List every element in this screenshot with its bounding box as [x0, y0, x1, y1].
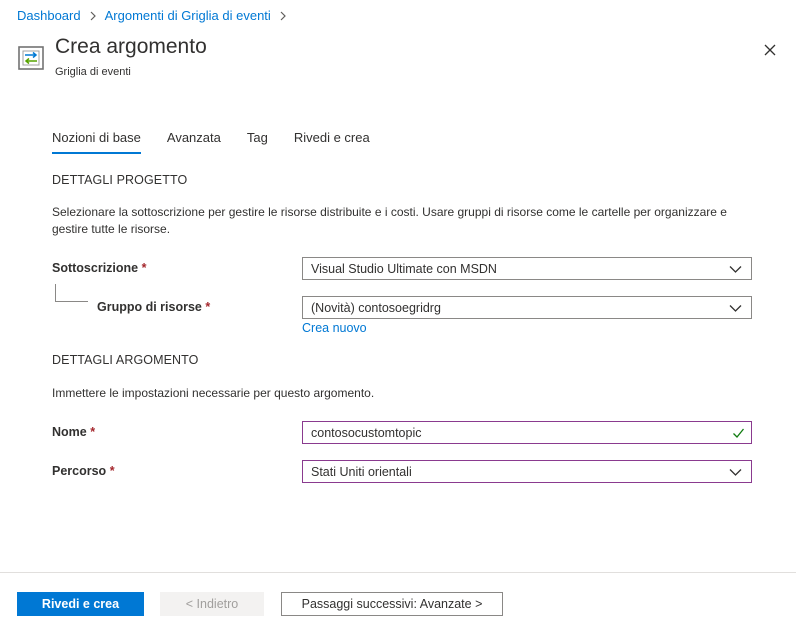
chevron-down-icon [729, 466, 742, 478]
location-value: Stati Uniti orientali [311, 464, 412, 479]
create-new-resource-group-link[interactable]: Crea nuovo [302, 321, 367, 335]
subscription-label: Sottoscrizione * [52, 261, 147, 275]
review-create-button[interactable]: Rivedi e crea [17, 592, 144, 616]
location-select[interactable]: Stati Uniti orientali [302, 460, 752, 483]
page-title: Crea argomento [55, 35, 207, 58]
subscription-value: Visual Studio Ultimate con MSDN [311, 261, 497, 276]
tab-bar: Nozioni di base Avanzata Tag Rivedi e cr… [52, 130, 396, 154]
breadcrumb-event-grid-topics[interactable]: Argomenti di Griglia di eventi [105, 8, 271, 23]
tab-review-create[interactable]: Rivedi e crea [294, 130, 370, 154]
chevron-right-icon [89, 11, 97, 21]
name-label: Nome * [52, 425, 96, 439]
topic-name-value: contosocustomtopic [311, 425, 422, 440]
topic-name-input[interactable]: contosocustomtopic [302, 421, 752, 444]
tab-advanced[interactable]: Avanzata [167, 130, 221, 154]
resource-group-value: (Novità) contosoegridrg [311, 300, 441, 315]
next-advanced-button[interactable]: Passaggi successivi: Avanzate > [281, 592, 503, 616]
required-mark: * [205, 300, 211, 314]
chevron-down-icon [729, 302, 742, 314]
footer-divider [0, 572, 796, 573]
tab-tags[interactable]: Tag [247, 130, 268, 154]
back-button[interactable]: < Indietro [160, 592, 264, 616]
breadcrumb-dashboard[interactable]: Dashboard [17, 8, 81, 23]
resource-group-select[interactable]: (Novità) contosoegridrg [302, 296, 752, 319]
chevron-right-icon [279, 11, 287, 21]
project-details-heading: DETTAGLI PROGETTO [52, 173, 188, 187]
required-mark: * [90, 425, 96, 439]
breadcrumb: Dashboard Argomenti di Griglia di eventi [17, 8, 295, 23]
close-icon[interactable] [760, 40, 780, 60]
chevron-down-icon [729, 263, 742, 275]
required-mark: * [141, 261, 147, 275]
topic-details-description: Immettere le impostazioni necessarie per… [52, 386, 375, 400]
subscription-select[interactable]: Visual Studio Ultimate con MSDN [302, 257, 752, 280]
location-label: Percorso * [52, 464, 115, 478]
tree-connector [55, 284, 88, 302]
checkmark-icon [732, 427, 745, 439]
required-mark: * [109, 464, 115, 478]
tab-basics[interactable]: Nozioni di base [52, 130, 141, 154]
resource-group-label: Gruppo di risorse * [97, 300, 211, 314]
page-subtitle: Griglia di eventi [55, 66, 131, 78]
project-details-description: Selezionare la sottoscrizione per gestir… [52, 205, 727, 236]
event-grid-topic-icon [17, 44, 45, 72]
topic-details-heading: DETTAGLI ARGOMENTO [52, 353, 199, 367]
